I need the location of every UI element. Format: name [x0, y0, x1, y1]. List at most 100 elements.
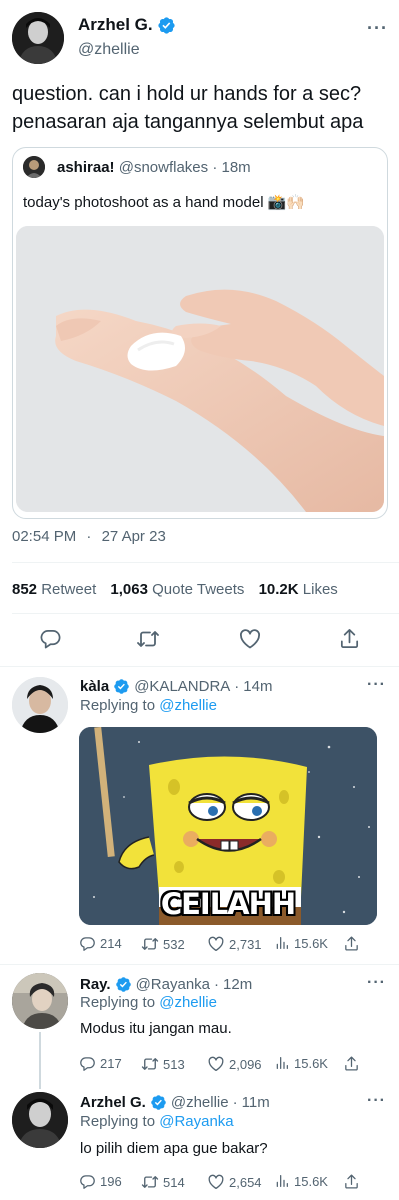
- views-icon: [274, 1173, 290, 1189]
- reply-time: 14m: [243, 678, 273, 695]
- likes-count: 10.2K: [258, 581, 299, 598]
- divider: [0, 964, 399, 965]
- share-icon[interactable]: [343, 1173, 360, 1190]
- replying-to-handle[interactable]: @zhellie: [159, 994, 217, 1011]
- reply-separator: ·: [234, 678, 240, 695]
- quote-author-avatar: [23, 156, 45, 178]
- retweet-icon: [141, 1055, 159, 1073]
- reply-header: kàla @KALANDRA · 14m: [80, 678, 272, 695]
- quote-separator: ·: [212, 159, 218, 176]
- replying-to-prefix: Replying to: [80, 1113, 156, 1130]
- reply-avatar[interactable]: [12, 1092, 68, 1148]
- reply-icon: [79, 1055, 96, 1072]
- verified-badge-icon: [150, 1094, 167, 1111]
- likes-stat[interactable]: 10.2K Likes: [259, 581, 338, 598]
- views-icon: [274, 935, 290, 951]
- author-name-row[interactable]: Arzhel G.: [78, 15, 176, 35]
- like-icon: [207, 1055, 225, 1073]
- reply-separator: ·: [214, 976, 220, 993]
- replying-to-prefix: Replying to: [80, 697, 156, 714]
- quotes-count: 1,063: [110, 581, 148, 598]
- author-handle[interactable]: @zhellie: [78, 41, 140, 59]
- thread-line: [39, 1032, 41, 1089]
- reply-avatar[interactable]: [12, 973, 68, 1029]
- tweet-date: 27 Apr 23: [101, 528, 166, 545]
- like-action[interactable]: 2,731: [207, 935, 262, 953]
- quote-media-image[interactable]: [16, 226, 384, 512]
- verified-badge-icon: [115, 976, 132, 993]
- view-count: 15.6K: [294, 1173, 328, 1189]
- replying-to: Replying to @zhellie: [80, 697, 217, 714]
- more-icon[interactable]: ···: [367, 974, 386, 992]
- replying-to-handle[interactable]: @Rayanka: [159, 1113, 233, 1130]
- reply-header: Arzhel G. @zhellie · 11m: [80, 1094, 270, 1111]
- retweet-action[interactable]: 532: [141, 935, 185, 953]
- author-name[interactable]: Arzhel G.: [78, 15, 153, 35]
- retweet-action[interactable]: 514: [141, 1173, 185, 1191]
- reply-action[interactable]: 217: [79, 1055, 122, 1072]
- quote-author-name: ashiraa!: [57, 159, 115, 176]
- reply-action[interactable]: 214: [79, 935, 122, 952]
- more-icon[interactable]: ···: [367, 18, 388, 39]
- views-action[interactable]: 15.6K: [274, 1173, 328, 1189]
- like-icon: [207, 1173, 225, 1191]
- retweets-stat[interactable]: 852 Retweet: [12, 581, 100, 598]
- like-action[interactable]: 2,096: [207, 1055, 262, 1073]
- reply-author-handle[interactable]: @KALANDRA: [134, 678, 230, 695]
- views-icon: [274, 1055, 290, 1071]
- views-action[interactable]: 15.6K: [274, 935, 328, 951]
- tweet-timestamp[interactable]: 02:54 PM · 27 Apr 23: [12, 528, 166, 545]
- reply-action[interactable]: 196: [79, 1173, 122, 1190]
- retweet-icon[interactable]: [136, 627, 160, 651]
- reply-icon[interactable]: [39, 627, 62, 650]
- replying-to-handle[interactable]: @zhellie: [159, 697, 217, 714]
- reply-action-bar: 214 532 2,731 15.6K: [79, 934, 379, 954]
- tweet-action-bar: [0, 626, 399, 652]
- retweets-count: 852: [12, 581, 38, 598]
- retweet-action[interactable]: 513: [141, 1055, 185, 1073]
- like-action[interactable]: 2,654: [207, 1173, 262, 1191]
- tweet-time: 02:54 PM: [12, 528, 77, 545]
- reply-author-name[interactable]: Ray.: [80, 976, 111, 993]
- quote-tweet-card[interactable]: ashiraa! @snowflakes · 18m today's photo…: [12, 147, 388, 519]
- verified-badge-icon: [113, 678, 130, 695]
- views-action[interactable]: 15.6K: [274, 1055, 328, 1071]
- more-icon[interactable]: ···: [367, 1092, 386, 1110]
- reply-action-bar: 217 513 2,096 15.6K: [79, 1054, 379, 1074]
- more-icon[interactable]: ···: [367, 676, 386, 694]
- likes-label: Likes: [302, 581, 338, 598]
- share-icon[interactable]: [338, 627, 361, 650]
- reply-author-name[interactable]: Arzhel G.: [80, 1094, 146, 1111]
- replying-to: Replying to @zhellie: [80, 994, 217, 1011]
- reply-count: 196: [100, 1174, 122, 1189]
- share-icon[interactable]: [343, 1055, 360, 1072]
- tweet-text-line-1: question. can i hold ur hands for a sec?: [12, 83, 362, 105]
- view-count: 15.6K: [294, 1055, 328, 1071]
- reply-icon: [79, 1173, 96, 1190]
- like-count: 2,731: [229, 936, 262, 952]
- reply-author-handle[interactable]: @zhellie: [171, 1094, 229, 1111]
- timestamp-dot: ·: [86, 528, 92, 545]
- retweets-label: Retweet: [41, 581, 97, 598]
- reply-text: lo pilih diem apa gue bakar?: [80, 1140, 268, 1157]
- author-avatar[interactable]: [12, 12, 64, 64]
- reply-count: 214: [100, 936, 122, 951]
- quote-header: ashiraa! @snowflakes · 18m: [57, 159, 251, 176]
- quote-author-handle: @snowflakes: [118, 159, 209, 176]
- tweet-stats: 852 Retweet 1,063 Quote Tweets 10.2K Lik…: [12, 581, 338, 598]
- reply-count: 217: [100, 1056, 122, 1071]
- reply-author-handle[interactable]: @Rayanka: [136, 976, 210, 993]
- divider: [0, 666, 399, 667]
- reply-author-name[interactable]: kàla: [80, 678, 109, 695]
- like-icon[interactable]: [238, 627, 262, 651]
- reply-meme-image[interactable]: CEILAHH: [79, 727, 377, 925]
- view-count: 15.6K: [294, 935, 328, 951]
- share-icon[interactable]: [343, 935, 360, 952]
- reply-header: Ray. @Rayanka · 12m: [80, 976, 252, 993]
- reply-avatar[interactable]: [12, 677, 68, 733]
- retweet-icon: [141, 935, 159, 953]
- reply-time: 11m: [241, 1094, 270, 1111]
- reply-action-bar: 196 514 2,654 15.6K: [79, 1172, 379, 1192]
- quotes-stat[interactable]: 1,063 Quote Tweets: [110, 581, 248, 598]
- retweet-count: 532: [163, 936, 185, 952]
